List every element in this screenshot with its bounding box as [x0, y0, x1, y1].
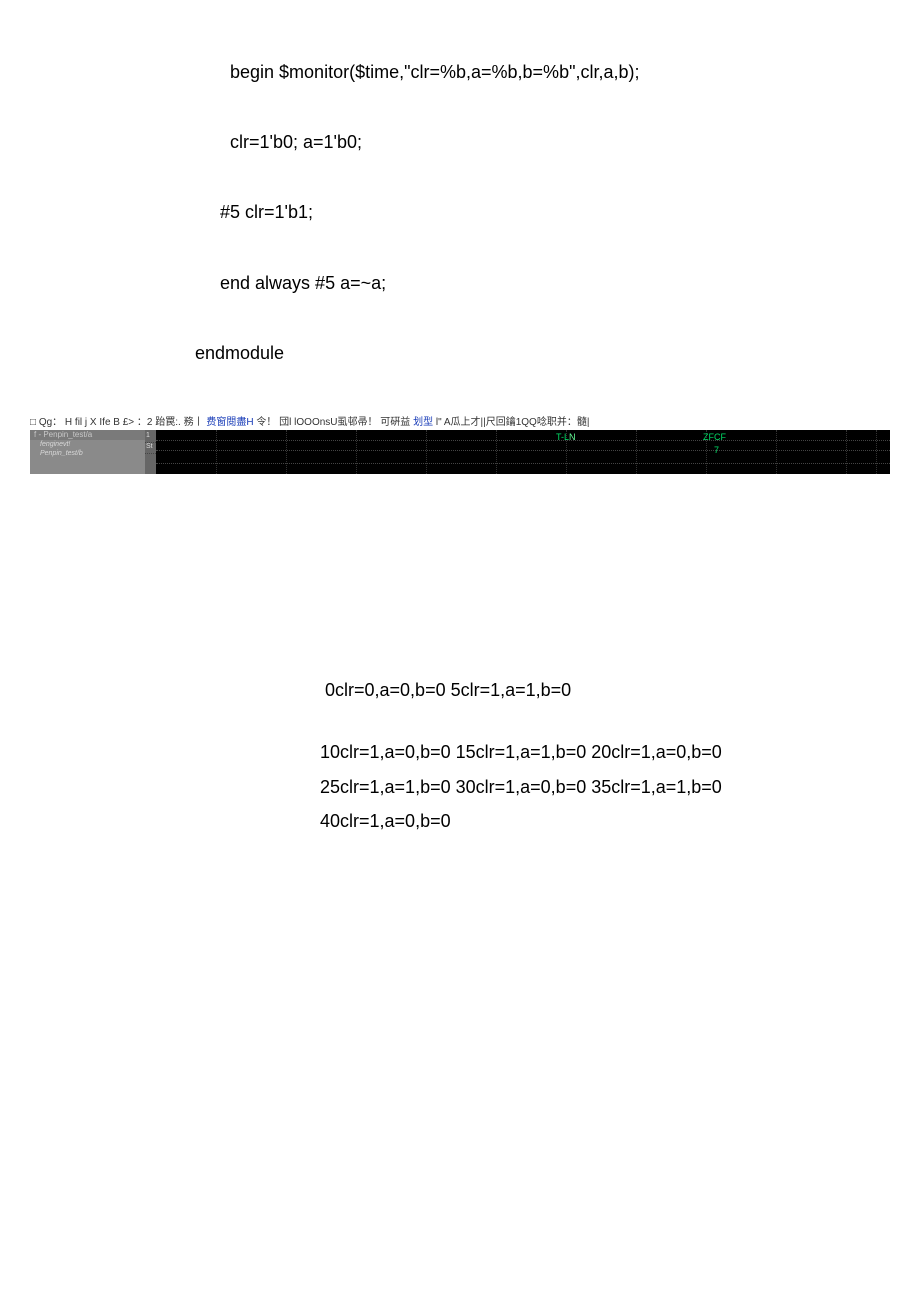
time-marker	[216, 430, 217, 474]
time-marker	[876, 430, 877, 474]
simulation-output: 0clr=0,a=0,b=0 5clr=1,a=1,b=0 10clr=1,a=…	[320, 674, 890, 838]
signal-names-panel: f - Penpin_test/a fenginevt! Penpin_test…	[30, 430, 145, 474]
time-marker	[776, 430, 777, 474]
code-line-2: clr=1'b0; a=1'b0;	[230, 130, 890, 155]
waveform-body: f - Penpin_test/a fenginevt! Penpin_test…	[30, 430, 890, 474]
waveform-canvas: T-LN ZFCF 7	[156, 430, 890, 474]
time-marker	[846, 430, 847, 474]
code-line-1: begin $monitor($time,"clr=%b,a=%b,b=%b",…	[230, 60, 890, 85]
code-line-4: end always #5 a=~a;	[220, 271, 890, 296]
output-line-4: 40clr=1,a=0,b=0	[320, 805, 890, 837]
toolbar-text-4: 划型	[413, 417, 433, 428]
wave-label-1: T-LN	[556, 432, 576, 442]
document-page: begin $monitor($time,"clr=%b,a=%b,b=%b",…	[0, 0, 920, 900]
signal-row-1: fenginevt!	[30, 440, 145, 449]
output-line-3: 25clr=1,a=1,b=0 30clr=1,a=0,b=0 35clr=1,…	[320, 771, 890, 803]
toolbar-text-3: 令！ 団l lOOOnsU虱邨帚！ 可硏益	[256, 417, 410, 428]
toolbar-text-1: □ Qg： H fil j X Ife B £> ：2 跆罠:. 務丨	[30, 417, 204, 428]
grid-line	[156, 440, 890, 441]
toolbar-text-5: l" A瓜上才||尺回鑰1QQ唸职并：髓|	[436, 417, 590, 428]
code-line-5: endmodule	[195, 341, 890, 366]
wave-label-2: ZFCF	[703, 432, 726, 442]
wave-label-3: 7	[714, 445, 719, 455]
output-line-1: 0clr=0,a=0,b=0 5clr=1,a=1,b=0	[325, 674, 890, 706]
grid-line	[156, 463, 890, 464]
output-line-2: 10clr=1,a=0,b=0 15clr=1,a=1,b=0 20clr=1,…	[320, 736, 890, 768]
wave-label-1-suffix: N	[569, 432, 576, 442]
code-line-3: #5 clr=1'b1;	[220, 200, 890, 225]
time-marker	[496, 430, 497, 474]
waveform-viewer: □ Qg： H fil j X Ife B £> ：2 跆罠:. 務丨 费窗閱盡…	[30, 411, 890, 474]
value-row-2: St	[145, 443, 156, 454]
code-section: begin $monitor($time,"clr=%b,a=%b,b=%b",…	[230, 60, 890, 366]
grid-line	[156, 450, 890, 451]
time-marker	[426, 430, 427, 474]
value-row-1: 1	[145, 432, 156, 443]
waveform-toolbar: □ Qg： H fil j X Ife B £> ：2 跆罠:. 務丨 费窗閱盡…	[30, 411, 890, 430]
wave-label-1-text: T-L	[556, 432, 569, 442]
time-marker	[356, 430, 357, 474]
signal-values-panel: 1 St	[145, 430, 156, 474]
time-marker	[286, 430, 287, 474]
time-marker	[636, 430, 637, 474]
signal-row-2: Penpin_test/b	[30, 449, 145, 458]
toolbar-text-2: 费窗閱盡H	[206, 417, 253, 428]
signal-header: f - Penpin_test/a	[30, 430, 145, 440]
